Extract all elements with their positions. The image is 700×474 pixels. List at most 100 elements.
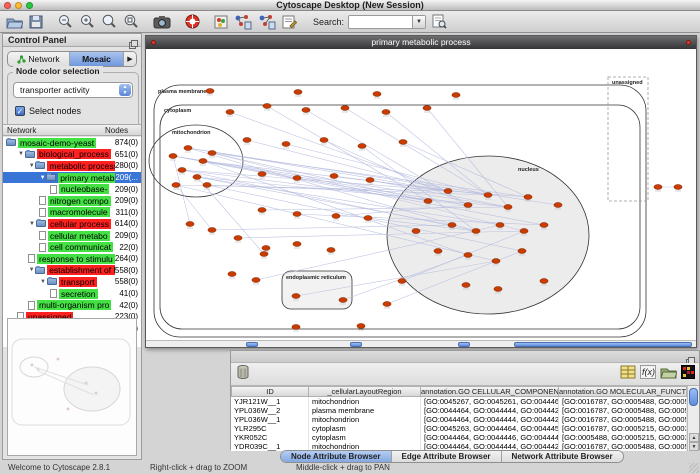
tab-edge-attribute-browser[interactable]: Edge Attribute Browser (392, 451, 502, 462)
network-view-title: primary metabolic process (371, 37, 470, 47)
tree-row[interactable]: ▼establishment of lo558(0) (3, 265, 141, 277)
table-header: ID_cellularLayoutRegionannotation.GO CEL… (231, 386, 687, 397)
tree-row-count: 41(0) (119, 289, 141, 298)
float-panel-icon[interactable] (129, 36, 138, 45)
float-panel-icon[interactable] (686, 353, 695, 362)
expand-triangle-icon[interactable]: ▼ (39, 175, 46, 181)
scroll-down-icon[interactable]: ▼ (689, 442, 699, 451)
column-header[interactable]: ID (231, 386, 309, 397)
graph-node (524, 195, 532, 200)
table-row[interactable]: YPL036W__1mitochondrion[GO:0044464, GO:0… (231, 415, 687, 424)
graph-node (172, 183, 180, 188)
network-view-titlebar[interactable]: primary metabolic process (146, 36, 696, 49)
graph-node (243, 138, 251, 143)
new-network-all-edges-icon[interactable] (258, 14, 276, 30)
tab-overflow-arrow[interactable]: ▶ (124, 52, 136, 66)
graphics-details-icon[interactable] (214, 15, 228, 29)
search-input[interactable]: ▼ (348, 15, 426, 29)
table-row[interactable]: YKR052Ccytoplasm[GO:0044464, GO:0044446,… (231, 433, 687, 442)
zoom-in-icon[interactable] (79, 14, 95, 30)
tree-header-network[interactable]: Network (3, 125, 105, 135)
column-header[interactable]: _cellularLayoutRegion (309, 386, 421, 397)
graph-node (504, 205, 512, 210)
frame-menu-icon[interactable] (686, 40, 691, 45)
graph-node (208, 228, 216, 233)
graph-node (208, 151, 216, 156)
control-panel-tabs: Network Mosaic ▶ (7, 51, 137, 67)
main-toolbar: Search: ▼ (0, 11, 700, 33)
tree-row[interactable]: cellular metabo209(0) (3, 230, 141, 242)
tab-network[interactable]: Network (8, 52, 70, 66)
tree-row[interactable]: ▼primary metabo209(... (3, 172, 141, 184)
select-nodes-checkbox[interactable]: ✓ (15, 106, 25, 116)
zoom-out-icon[interactable] (57, 14, 73, 30)
zoom-fit-icon[interactable] (101, 14, 117, 30)
tree-row[interactable]: multi-organism pro42(0) (3, 299, 141, 311)
graph-node (518, 249, 526, 254)
delete-attributes-icon[interactable] (236, 364, 250, 385)
tree-row-label: nucleobase- (59, 184, 109, 194)
node-color-dropdown[interactable]: transporter activity ▲▼ (13, 82, 133, 98)
tree-row[interactable]: ▼metabolic process280(0) (3, 160, 141, 172)
heatmap-icon[interactable] (681, 365, 695, 384)
select-attributes-icon[interactable] (620, 365, 636, 384)
graph-node (424, 199, 432, 204)
graph-node (327, 248, 335, 253)
tree-header-nodes[interactable]: Nodes (105, 125, 141, 135)
tree-row-label: macromolecule (48, 207, 110, 217)
tree-row[interactable]: secretion41(0) (3, 288, 141, 300)
import-attributes-icon[interactable] (660, 365, 677, 384)
column-header[interactable]: annotation.GO MOLECULAR_FUNCTION (559, 386, 687, 397)
tree-row[interactable]: nucleobase- 209(0) (3, 183, 141, 195)
expand-triangle-icon[interactable]: ▼ (17, 151, 25, 157)
graph-node (444, 189, 452, 194)
tab-mosaic[interactable]: Mosaic (70, 52, 124, 66)
table-row[interactable]: YLR295Ccytoplasm[GO:0045263, GO:0044464,… (231, 424, 687, 433)
open-file-icon[interactable] (6, 15, 23, 29)
expand-triangle-icon[interactable]: ▼ (28, 163, 35, 169)
tree-row-label: mosaic-demo-yeast (18, 138, 96, 148)
tree-row[interactable]: cell communicat22(0) (3, 241, 141, 253)
tree-row[interactable]: mosaic-demo-yeast874(0) (3, 137, 141, 149)
column-header[interactable]: annotation.GO CELLULAR_COMPONENT (421, 386, 559, 397)
birdseye-view[interactable] (7, 318, 137, 456)
resize-grip[interactable] (689, 463, 699, 473)
expand-triangle-icon[interactable]: ▼ (28, 267, 35, 273)
snapshot-icon[interactable] (153, 15, 171, 29)
function-builder-icon[interactable]: f(x) (640, 365, 656, 384)
table-row[interactable]: YPL036W__2plasma membrane[GO:0044464, GO… (231, 406, 687, 415)
zoom-selected-icon[interactable] (123, 14, 139, 30)
tab-node-attribute-browser[interactable]: Node Attribute Browser (281, 451, 392, 462)
search-dropdown-arrow[interactable]: ▼ (412, 16, 425, 28)
tree-row[interactable]: response to stimulu264(0) (3, 253, 141, 265)
tree-row-count: 209(0) (115, 185, 141, 194)
new-network-from-selection-icon[interactable] (234, 14, 252, 30)
table-row[interactable]: YJR121W__1mitochondrion[GO:0045267, GO:0… (231, 397, 687, 406)
tree-row[interactable]: nitrogen compo209(0) (3, 195, 141, 207)
expand-triangle-icon[interactable]: ▼ (28, 221, 36, 227)
graph-node (452, 93, 460, 98)
network-hscrollbar[interactable] (146, 340, 696, 347)
graph-node (203, 183, 211, 188)
table-vscrollbar[interactable]: ▲ ▼ (687, 386, 699, 451)
help-icon[interactable] (185, 14, 200, 29)
scroll-up-icon[interactable]: ▲ (689, 433, 699, 442)
annotation-icon[interactable] (282, 14, 297, 29)
folder-icon (36, 220, 46, 227)
save-icon[interactable] (29, 15, 43, 29)
graph-node (262, 246, 270, 251)
tree-row[interactable]: ▼biological_process651(0) (3, 149, 141, 161)
network-canvas[interactable]: plasma membranecytoplasmmitochondrionnuc… (146, 49, 696, 340)
graph-node (178, 168, 186, 173)
frame-close-icon[interactable] (151, 40, 156, 45)
folder-icon (25, 151, 35, 158)
graph-node (292, 325, 300, 330)
tree-row[interactable]: ▼transport558(0) (3, 276, 141, 288)
table-cell: YPL036W__2 (231, 406, 309, 415)
expand-triangle-icon[interactable]: ▼ (39, 279, 47, 285)
tab-network-attribute-browser[interactable]: Network Attribute Browser (502, 451, 623, 462)
table-cell: [GO:0044464, GO:0044446, GO:0044444, G..… (421, 433, 559, 442)
tree-row[interactable]: macromolecule311(0) (3, 207, 141, 219)
tree-row[interactable]: ▼cellular process614(0) (3, 218, 141, 230)
enhanced-search-icon[interactable] (432, 14, 447, 29)
